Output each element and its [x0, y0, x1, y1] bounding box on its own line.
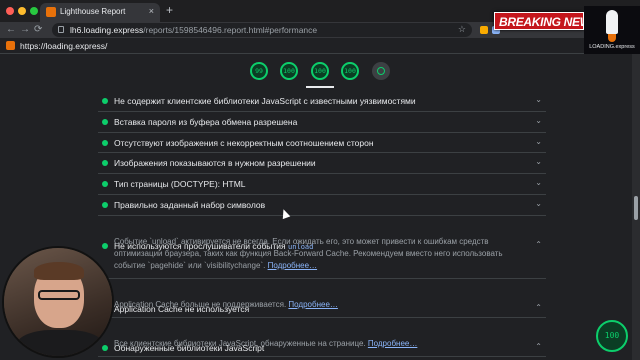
- audit-description: Все клиентские библиотеки JavaScript, об…: [114, 338, 534, 350]
- breaking-news-banner: BREAKING NEWS: [494, 12, 599, 30]
- presenter-glasses: [38, 290, 80, 300]
- audit-title: Отсутствуют изображения с некорректным с…: [114, 137, 374, 148]
- lighthouse-score-badge[interactable]: 100: [596, 320, 628, 352]
- learn-more-link[interactable]: Подробнее…: [288, 300, 338, 309]
- chevron-down-icon[interactable]: ⌄: [535, 95, 542, 104]
- audit-description: Событие `unload` активируется не всегда.…: [114, 236, 534, 272]
- rocket-flame-icon: [608, 34, 616, 42]
- rocket-icon: [606, 10, 618, 34]
- score-value: 100: [314, 67, 326, 75]
- audit-title: Правильно заданный набор символов: [114, 199, 266, 210]
- bookmark-star-icon[interactable]: ☆: [458, 24, 466, 35]
- minimize-window-button[interactable]: [18, 7, 26, 15]
- chevron-up-icon[interactable]: ⌃: [535, 303, 542, 312]
- page-scrollbar[interactable]: [632, 54, 640, 360]
- presenter-webcam: [2, 246, 114, 358]
- report-header: https://loading.express/: [0, 38, 640, 54]
- badge-score: 100: [604, 331, 620, 340]
- audit-title: Не содержит клиентские библиотеки JavaSc…: [114, 96, 416, 106]
- audit-row[interactable]: Изображения показываются в нужном разреш…: [98, 153, 546, 175]
- score-summary: 99 100 100 100: [0, 54, 640, 88]
- reload-button[interactable]: ⟳: [34, 24, 42, 36]
- report-url: https://loading.express/: [20, 41, 108, 51]
- logo-text: LOADING.express: [589, 44, 635, 50]
- active-category-indicator: [306, 86, 334, 88]
- audit-row-expanded[interactable]: Обнаруженные библиотеки JavaScript ⌃ Все…: [98, 338, 546, 357]
- score-gauge-accessibility[interactable]: 100: [280, 62, 298, 80]
- address-bar[interactable]: lh6.loading.express/reports/1598546496.r…: [52, 23, 472, 37]
- chevron-down-icon[interactable]: ⌄: [535, 157, 542, 166]
- browser-tab[interactable]: Lighthouse Report ×: [40, 3, 160, 22]
- presenter-hair: [34, 262, 84, 280]
- chevron-down-icon[interactable]: ⌄: [535, 137, 542, 146]
- pass-indicator-icon: [102, 118, 108, 125]
- lighthouse-logo-icon: [6, 41, 15, 50]
- pass-indicator-icon: [102, 201, 108, 208]
- extension-icon[interactable]: [480, 26, 488, 34]
- chevron-up-icon[interactable]: ⌃: [535, 342, 542, 351]
- back-button[interactable]: ←: [6, 24, 16, 36]
- scrollbar-thumb[interactable]: [634, 196, 638, 220]
- address-url: lh6.loading.express/reports/1598546496.r…: [70, 25, 317, 35]
- audit-description: Application Cache больше не поддерживает…: [114, 299, 534, 311]
- score-value: 100: [283, 67, 295, 75]
- audit-title: Изображения показываются в нужном разреш…: [114, 158, 316, 169]
- score-value: 100: [344, 67, 356, 75]
- pass-indicator-icon: [102, 160, 108, 167]
- audit-description-text: Все клиентские библиотеки JavaScript, об…: [114, 338, 366, 348]
- lighthouse-favicon-icon: [46, 7, 56, 17]
- url-host: lh6.loading.express: [70, 25, 144, 35]
- audit-row[interactable]: Тип страницы (DOCTYPE): HTML ⌄: [98, 174, 546, 195]
- audit-title: Тип страницы (DOCTYPE): HTML: [114, 179, 246, 190]
- pwa-check-icon: [377, 67, 385, 75]
- audit-description-text: Application Cache больше не поддерживает…: [114, 299, 287, 309]
- presenter-body: [16, 330, 104, 356]
- score-value: 99: [255, 67, 263, 75]
- audit-row-expanded[interactable]: Не используются прослушиватели события u…: [98, 236, 546, 279]
- maximize-window-button[interactable]: [30, 7, 38, 15]
- pass-indicator-icon: [102, 139, 108, 146]
- score-gauge-performance[interactable]: 99: [250, 62, 268, 80]
- passed-audits-list: Не содержит клиентские библиотеки JavaSc…: [98, 91, 546, 357]
- lock-icon: [58, 26, 64, 33]
- channel-logo: LOADING.express: [584, 6, 640, 54]
- tab-title: Lighthouse Report: [60, 7, 126, 16]
- audit-row[interactable]: Отсутствуют изображения с некорректным с…: [98, 133, 546, 154]
- pass-indicator-icon: [102, 181, 108, 188]
- score-gauge-seo[interactable]: 100: [341, 62, 359, 80]
- tab-close-button[interactable]: ×: [149, 6, 154, 16]
- audit-row[interactable]: Вставка пароля из буфера обмена разрешен…: [98, 112, 546, 133]
- chevron-up-icon[interactable]: ⌃: [535, 240, 542, 249]
- audit-title: Вставка пароля из буфера обмена разрешен…: [114, 116, 298, 127]
- close-window-button[interactable]: [6, 7, 14, 15]
- chevron-down-icon[interactable]: ⌄: [535, 116, 542, 125]
- audit-row-expanded[interactable]: Application Cache не используется ⌃ Appl…: [98, 299, 546, 318]
- forward-button[interactable]: →: [20, 24, 30, 36]
- audit-row[interactable]: Правильно заданный набор символов ⌄: [98, 195, 546, 216]
- audit-row[interactable]: Не содержит клиентские библиотеки JavaSc…: [98, 91, 546, 112]
- learn-more-link[interactable]: Подробнее…: [268, 261, 318, 270]
- chevron-down-icon[interactable]: ⌄: [535, 199, 542, 208]
- learn-more-link[interactable]: Подробнее…: [368, 339, 418, 348]
- new-tab-button[interactable]: +: [166, 3, 173, 17]
- pass-indicator-icon: [102, 98, 108, 104]
- pwa-badge-icon[interactable]: [372, 62, 390, 80]
- score-gauge-best-practices[interactable]: 100: [311, 62, 329, 80]
- chevron-down-icon[interactable]: ⌄: [535, 178, 542, 187]
- url-path: /reports/1598546496.report.html#performa…: [143, 25, 318, 35]
